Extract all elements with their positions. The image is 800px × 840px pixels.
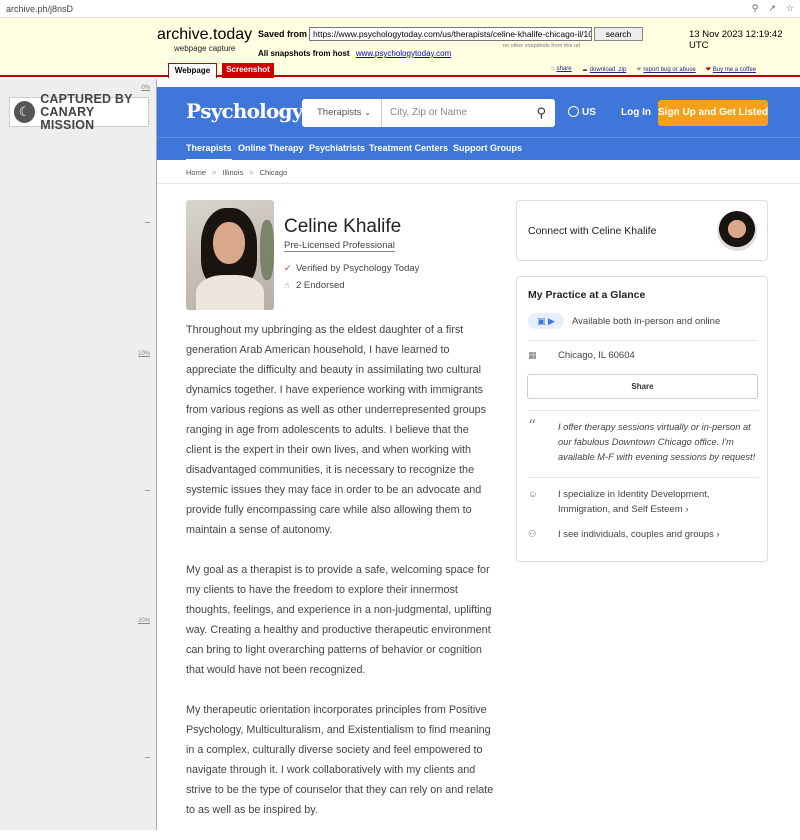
no-other-snapshots: no other snapshots from this url: [503, 43, 581, 49]
scroll-tick: [145, 757, 150, 758]
profile-bio: Throughout my upbringing as the eldest d…: [186, 320, 496, 840]
cloud-download-icon: ☁: [581, 67, 588, 73]
canary-mission-badge: ☾ CAPTURED BY CANARY MISSION: [9, 92, 149, 131]
canary-moon-icon: ☾: [14, 101, 36, 123]
scroll-marker-0[interactable]: 0%: [141, 85, 150, 91]
star-icon[interactable]: ☆: [786, 3, 794, 14]
practice-location: ▦ Chicago, IL 60604: [528, 350, 635, 361]
scroll-marker-20[interactable]: 20%: [138, 618, 150, 624]
archive-header: archive.today webpage capture Saved from…: [0, 18, 800, 78]
scroll-tick: [145, 222, 150, 223]
practice-quote: “I offer therapy sessions virtually or i…: [528, 416, 756, 463]
chevron-right-icon: ›: [685, 504, 689, 515]
in-person-video-icon: ▣ ▶: [528, 313, 564, 329]
profile-title[interactable]: Pre-Licensed Professional: [284, 240, 395, 252]
breadcrumb: Home > Illinois > Chicago: [186, 168, 287, 177]
share-icon[interactable]: ↗: [768, 3, 776, 14]
chevron-down-icon: ⌄: [364, 108, 372, 117]
endorsed-count[interactable]: ☝ 2 Endorsed: [284, 280, 345, 291]
globe-icon: [568, 106, 579, 117]
clientele-link[interactable]: ⚇ I see individuals, couples and groups ›: [528, 527, 758, 542]
location-search-input[interactable]: City, Zip or Name ⚲: [382, 99, 555, 127]
search-type-select[interactable]: Therapists ⌄: [302, 99, 382, 127]
verified-icon: ✓: [284, 263, 292, 273]
saved-from-label: Saved from: [258, 29, 308, 39]
bio-paragraph: My goal as a therapist is to provide a s…: [186, 564, 492, 676]
profile-name: Celine Khalife: [284, 216, 402, 237]
zoom-icon[interactable]: ⚲: [752, 3, 759, 14]
avatar: [717, 211, 757, 251]
verified-badge: ✓ Verified by Psychology Today: [284, 263, 420, 274]
nav-treatment-centers[interactable]: Treatment Centers: [369, 138, 448, 159]
building-icon: ▦: [528, 350, 537, 360]
nav-psychiatrists[interactable]: Psychiatrists: [309, 138, 365, 159]
connect-label: Connect with Celine Khalife: [528, 225, 657, 237]
bio-paragraph: Throughout my upbringing as the eldest d…: [186, 324, 487, 536]
archive-links: ○ share ☁ download .zip ✳ report bug or abu…: [551, 66, 756, 73]
practice-glance-card: My Practice at a Glance ▣ ▶ Available bot…: [516, 276, 768, 562]
specialties-link[interactable]: ☺ I specialize in Identity Development, I…: [528, 487, 758, 517]
session-mode: ▣ ▶ Available both in-person and online: [528, 313, 720, 330]
thumbs-up-icon: ☝: [284, 280, 290, 290]
archive-subtitle: webpage capture: [174, 44, 236, 53]
bio-paragraph: My therapeutic orientation incorporates …: [186, 704, 494, 816]
nav-support-groups[interactable]: Support Groups: [453, 138, 522, 159]
browser-url[interactable]: archive.ph/j8nsD: [6, 4, 752, 14]
breadcrumb-separator: >: [249, 168, 254, 177]
divider: [528, 340, 758, 341]
breadcrumb-illinois[interactable]: Illinois: [222, 168, 243, 177]
breadcrumb-home[interactable]: Home: [186, 168, 206, 177]
divider: [528, 477, 758, 478]
share-button[interactable]: Share: [527, 374, 758, 399]
host-link[interactable]: www.psychologytoday.com: [356, 49, 451, 58]
divider: [528, 410, 758, 411]
glance-title: My Practice at a Glance: [528, 289, 646, 301]
archive-title[interactable]: archive.today: [157, 26, 252, 44]
chevron-right-icon: ›: [716, 529, 720, 540]
profile-photo: [186, 200, 274, 310]
connect-card[interactable]: Connect with Celine Khalife: [516, 200, 768, 261]
share-link[interactable]: ○ share: [551, 66, 572, 73]
breadcrumb-divider: [157, 183, 800, 184]
left-gutter: 0% ☾ CAPTURED BY CANARY MISSION 10% 20%: [0, 79, 157, 830]
bug-icon: ✳: [636, 67, 642, 73]
site-nav: Therapists Online Therapy Psychiatrists …: [157, 137, 800, 161]
archive-date: 13 Nov 2023 12:19:42 UTC: [689, 29, 783, 51]
site-header: Psychology Today Therapists ⌄ City, Zip o…: [157, 87, 800, 137]
canary-line1: CAPTURED BY: [40, 91, 133, 106]
scroll-tick: [145, 490, 150, 491]
archive-search-button[interactable]: search: [594, 27, 643, 41]
download-link[interactable]: ☁ download .zip: [582, 66, 627, 73]
nav-online-therapy[interactable]: Online Therapy: [238, 138, 304, 159]
quote-icon: “: [528, 416, 537, 435]
login-link[interactable]: Log In: [621, 99, 651, 127]
tab-webpage[interactable]: Webpage: [168, 63, 217, 78]
archive-url-input[interactable]: https://www.psychologytoday.com/us/thera…: [309, 27, 592, 41]
people-icon: ⚇: [528, 529, 537, 540]
tab-screenshot[interactable]: Screenshot: [222, 63, 274, 78]
nav-therapists[interactable]: Therapists: [186, 138, 232, 161]
signup-button[interactable]: Sign Up and Get Listed: [658, 100, 768, 126]
search-icon[interactable]: ⚲: [536, 99, 546, 127]
all-snapshots: All snapshots from host www.psychologyto…: [258, 49, 451, 58]
from-host-label: from host: [312, 49, 350, 58]
breadcrumb-chicago[interactable]: Chicago: [260, 168, 288, 177]
smile-icon: ☺: [528, 489, 538, 500]
share-icon: ○: [551, 66, 555, 72]
coffee-link[interactable]: ❤ Buy me a coffee: [706, 66, 756, 73]
scroll-marker-10[interactable]: 10%: [138, 351, 150, 357]
breadcrumb-separator: >: [212, 168, 217, 177]
heart-icon: ❤: [705, 67, 711, 73]
site-content: Psychology Today Therapists ⌄ City, Zip o…: [157, 79, 800, 830]
region-selector[interactable]: US: [568, 99, 596, 127]
browser-url-bar[interactable]: archive.ph/j8nsD ⚲ ↗ ☆: [0, 0, 800, 18]
report-link[interactable]: ✳ report bug or abuse: [636, 66, 695, 73]
all-snapshots-label: All snapshots: [258, 49, 311, 58]
canary-line2: CANARY MISSION: [40, 104, 95, 132]
